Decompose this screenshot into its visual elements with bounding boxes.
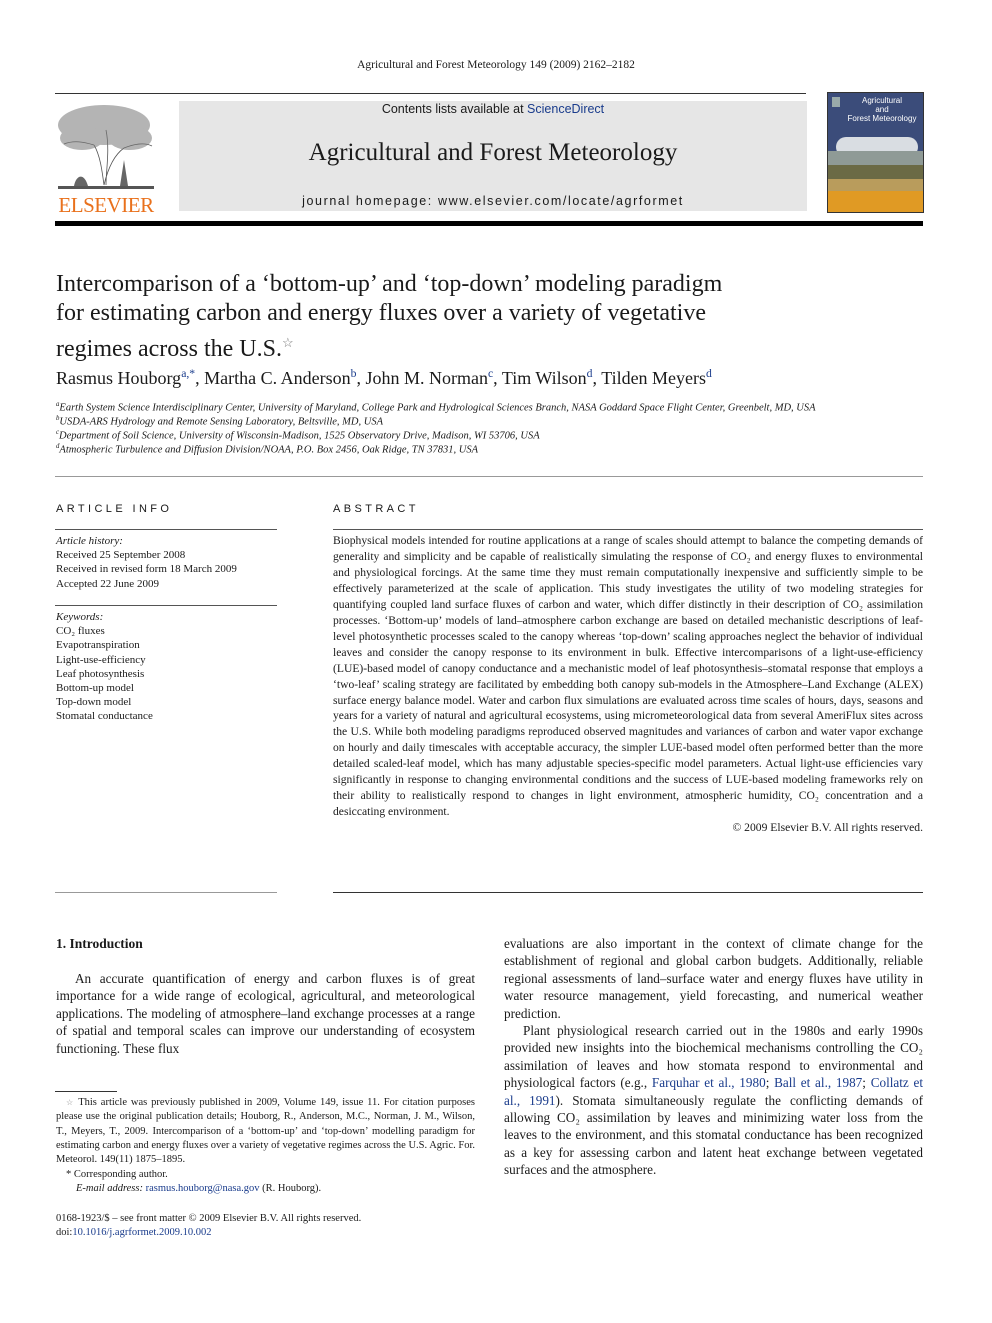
abstract-text: Biophysical models intended for routine … [333,534,923,819]
affiliation-d: dAtmospheric Turbulence and Diffusion Di… [56,443,478,456]
author-list: Rasmus Houborga,*, Martha C. Andersonb, … [56,367,712,389]
history-label: Article history: [56,535,123,547]
intro-paragraph-1: An accurate quantification of energy and… [56,971,475,1056]
author-affiliation-mark[interactable]: a,* [181,367,195,380]
author-affiliation-mark[interactable]: d [706,367,712,380]
affiliation-text: Atmospheric Turbulence and Diffusion Div… [59,444,479,456]
abstract-copyright: © 2009 Elsevier B.V. All rights reserved… [732,821,923,835]
keyword: Evapotranspiration [56,639,140,652]
citation-link[interactable]: Ball et al., 1987 [774,1075,862,1090]
article-info-bottom-rule [55,892,277,893]
keywords-label: Keywords: [56,611,104,623]
corresponding-text: Corresponding author. [73,1169,168,1180]
contents-prefix: Contents lists available at [381,102,528,116]
abstract-rule [333,529,923,530]
affiliation-a: aEarth System Science Interdisciplinary … [56,401,816,414]
affiliation-text: Earth System Science Interdisciplinary C… [59,402,816,414]
cover-title-line1: Agricultural [861,96,902,105]
email-label: E-mail address: [76,1183,143,1194]
history-received: Received 25 September 2008 [56,549,186,562]
title-line-3: regimes across the U.S. [56,336,282,362]
keywords: Keywords: CO₂ fluxes Evapotranspiration … [56,610,153,724]
doi-line: doi:10.1016/j.agrformet.2009.10.002 [56,1226,475,1240]
abstract-heading: ABSTRACT [333,503,419,515]
author-name: Martha C. Anderson [204,368,351,388]
intro-left-column: An accurate quantification of energy and… [56,970,475,1057]
history-accepted: Accepted 22 June 2009 [56,577,159,590]
footnote-star-icon: ☆ [66,1098,75,1107]
author-4: Tim Wilsond, [501,367,602,388]
intro-paragraph-1-cont: evaluations are also important in the co… [504,936,923,1021]
intro-paragraph-2: Plant physiological research carried out… [504,1023,924,1178]
author-separator: , [493,368,502,388]
journal-homepage[interactable]: journal homepage: www.elsevier.com/locat… [179,194,807,208]
affiliation-text: USDA-ARS Hydrology and Remote Sensing La… [59,416,384,428]
title-line-1: Intercomparison of a ‘bottom-up’ and ‘to… [56,271,723,297]
author-separator: , [592,368,602,388]
front-matter-divider [55,476,923,477]
footnote-star: ☆ This article was previously published … [56,1096,475,1167]
corresponding-mark: * [66,1169,72,1180]
intro-right-column: evaluations are also important in the co… [504,935,923,1179]
journal-title: Agricultural and Forest Meteorology [308,139,678,166]
citation-link[interactable]: Farquhar et al., 1980 [652,1075,766,1090]
author-3: John M. Normanc, [365,367,502,388]
abstract-body: Biophysical models intended for routine … [333,533,923,836]
title-footnote-star-icon[interactable]: ☆ [282,335,294,350]
front-matter-line: 0168-1923/$ – see front matter © 2009 El… [56,1213,362,1224]
author-5: Tilden Meyersd [601,367,712,388]
keyword: Stomatal conductance [56,710,153,723]
article-info-rule [55,529,277,530]
author-name: Tilden Meyers [601,368,707,388]
sciencedirect-link[interactable]: ScienceDirect [527,102,604,116]
affiliation-b: bUSDA-ARS Hydrology and Remote Sensing L… [56,415,383,428]
article-title: Intercomparison of a ‘bottom-up’ and ‘to… [56,270,856,364]
footnote-star-text: This article was previously published in… [56,1097,476,1166]
journal-cover-image: Agricultural and Forest Meteorology [827,92,924,213]
keyword: Top-down model [56,696,132,709]
header-rule [55,93,806,94]
keyword: Bottom-up model [56,682,134,695]
cover-title-line2: and [875,105,889,114]
abstract-bottom-rule [333,892,923,893]
doi-prefix: doi: [56,1227,73,1238]
paragraph-text: ). Stomata simultaneously regulate the c… [504,1092,923,1178]
affiliation-c: cDepartment of Soil Science, University … [56,429,540,442]
running-head: Agricultural and Forest Meteorology 149 … [357,59,635,71]
author-separator: , [195,368,205,388]
affiliation-text: Department of Soil Science, University o… [59,430,540,442]
footnote-corresponding: * Corresponding author. [56,1168,485,1182]
history-revised: Received in revised form 18 March 2009 [56,563,237,576]
elsevier-wordmark: ELSEVIER [58,193,154,217]
author-name: John M. Norman [365,368,488,388]
footnote-rule [55,1091,117,1092]
keyword: CO₂ fluxes [56,625,105,638]
masthead-thick-rule [55,221,923,226]
author-name: Tim Wilson [501,368,587,388]
footnote-email: E-mail address: rasmus.houborg@nasa.gov … [56,1182,495,1196]
keyword: Light-use-efficiency [56,653,146,666]
author-2: Martha C. Andersonb, [204,367,365,388]
section-heading-introduction: 1. Introduction [56,936,143,951]
author-name: Rasmus Houborg [56,368,182,388]
author-1: Rasmus Houborga,*, [56,367,205,388]
email-link[interactable]: rasmus.houborg@nasa.gov [146,1183,260,1194]
title-line-2: for estimating carbon and energy fluxes … [56,300,706,326]
keywords-rule [55,605,277,606]
email-suffix: (R. Houborg). [259,1183,322,1194]
keyword: Leaf photosynthesis [56,667,145,680]
doi-link[interactable]: 10.1016/j.agrformet.2009.10.002 [72,1227,211,1238]
contents-line: Contents lists available at ScienceDirec… [179,102,807,116]
article-history: Article history: Received 25 September 2… [56,534,237,591]
cover-title-line3: Forest Meteorology [847,114,917,123]
article-info-heading: ARTICLE INFO [56,503,173,515]
